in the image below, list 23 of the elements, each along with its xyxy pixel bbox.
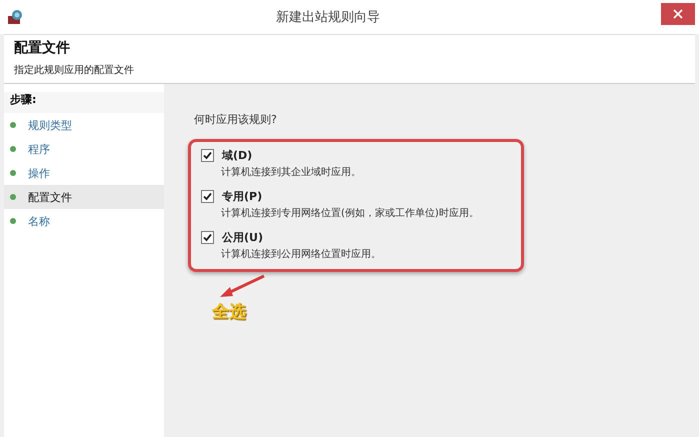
option-label[interactable]: 专用(P)	[222, 189, 262, 204]
page-subtitle: 指定此规则应用的配置文件	[14, 64, 135, 77]
window-title: 新建出站规则向导	[275, 9, 381, 26]
option-description: 计算机连接到公用网络位置时应用。	[221, 248, 382, 261]
step-item[interactable]: 配置文件	[4, 185, 164, 209]
step-item[interactable]: 规则类型	[4, 113, 164, 137]
option-description: 计算机连接到其企业域时应用。	[221, 166, 362, 179]
firewall-icon	[7, 9, 25, 25]
question-text: 何时应用该规则?	[194, 112, 278, 127]
option-description: 计算机连接到专用网络位置(例如，家或工作单位)时应用。	[221, 206, 480, 220]
step-item[interactable]: 操作	[4, 161, 164, 185]
checkbox[interactable]	[201, 149, 214, 162]
page-title: 配置文件	[14, 39, 71, 57]
checkbox[interactable]	[201, 190, 214, 203]
close-button[interactable]	[661, 3, 695, 25]
option-label[interactable]: 域(D)	[222, 148, 252, 163]
steps-heading: 步骤:	[4, 92, 164, 113]
step-item[interactable]: 名称	[4, 209, 164, 233]
step-item[interactable]: 程序	[4, 137, 164, 161]
annotation-text: 全选	[212, 301, 246, 323]
checkbox[interactable]	[201, 231, 214, 244]
option-label[interactable]: 公用(U)	[222, 230, 263, 245]
close-icon	[673, 9, 683, 19]
